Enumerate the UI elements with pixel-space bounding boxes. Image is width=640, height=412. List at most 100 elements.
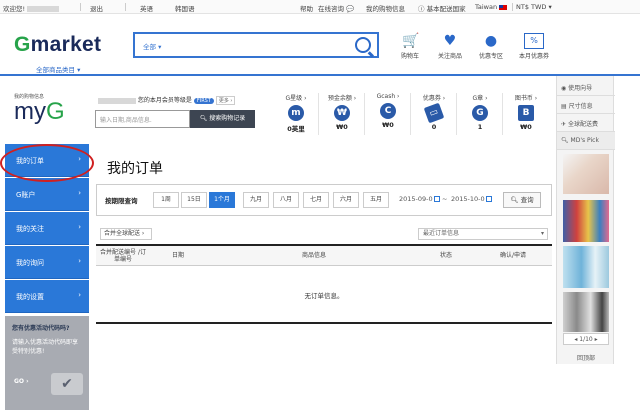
period-may-button[interactable]: 五月 bbox=[363, 192, 389, 208]
sidebar-item-my-inquiries[interactable]: 我的询问 › bbox=[5, 246, 89, 279]
english-link[interactable]: 英语 bbox=[140, 3, 153, 13]
product-image[interactable] bbox=[563, 200, 609, 242]
favorites-button[interactable]: ♥ 关注商品 bbox=[430, 33, 470, 60]
search-icon: 🔍︎ bbox=[561, 137, 569, 144]
logout-link[interactable]: 退出 bbox=[90, 3, 103, 13]
mileage-icon: m bbox=[288, 105, 304, 121]
size-info-link[interactable]: ▤ 尺寸信息 bbox=[557, 96, 615, 114]
monthly-coupon-button[interactable]: % 本月优惠券 bbox=[514, 33, 554, 60]
currency-selector[interactable]: NT$ TWD ▾ bbox=[516, 3, 552, 11]
stat-deposit[interactable]: 预金余额 › ₩ ₩0 bbox=[322, 93, 362, 131]
gmarket-logo[interactable]: Gmarket bbox=[14, 33, 101, 57]
date-range-dash: ~ bbox=[442, 195, 448, 203]
divider bbox=[512, 3, 513, 11]
username-blurred bbox=[98, 97, 136, 104]
guide-link[interactable]: ◉ 使用向导 bbox=[557, 78, 615, 96]
calendar-icon[interactable] bbox=[433, 196, 440, 202]
username-blurred bbox=[27, 6, 60, 12]
col-product-info: 商品信息 bbox=[302, 252, 327, 259]
mds-pick-header: 🔍︎ MD's Pick bbox=[557, 132, 615, 150]
myg-logo[interactable]: 我的购物信息 myG bbox=[14, 93, 84, 129]
back-to-top-link[interactable]: 回顶部 bbox=[557, 353, 615, 362]
country-selector[interactable]: Taiwan bbox=[475, 3, 508, 11]
search-icon: 🔍︎ bbox=[510, 196, 519, 204]
basic-country-link[interactable]: ⓘ 基本配送国家 bbox=[418, 3, 466, 13]
taiwan-flag-icon bbox=[499, 4, 508, 10]
page-title: 我的订单 bbox=[107, 161, 163, 177]
cart-label: 购物车 bbox=[400, 53, 419, 60]
more-link[interactable]: 更多 › bbox=[215, 96, 236, 105]
query-button[interactable]: 🔍︎ 查询 bbox=[503, 192, 541, 208]
col-date: 日期 bbox=[172, 252, 185, 259]
global-ship-merge-button[interactable]: 合并全球配送 › bbox=[100, 228, 152, 240]
plane-icon: ✈ bbox=[561, 121, 567, 128]
product-image[interactable] bbox=[563, 154, 609, 194]
grade-badge: FIRST bbox=[193, 98, 214, 104]
calendar-icon[interactable] bbox=[485, 196, 492, 202]
empty-orders-message: 无订单信息。 bbox=[304, 292, 344, 300]
period-1month-button[interactable]: 1个月 bbox=[209, 192, 235, 208]
chevron-right-icon: › bbox=[78, 257, 81, 265]
welcome-text: 欢迎您! bbox=[3, 3, 60, 13]
search-icon[interactable] bbox=[355, 37, 371, 53]
help-link[interactable]: 帮助 bbox=[300, 3, 313, 13]
product-image[interactable] bbox=[563, 246, 609, 288]
member-grade: 您的本月会员等级是 FIRST 更多 › bbox=[96, 95, 236, 105]
period-1week-button[interactable]: 1周 bbox=[153, 192, 179, 208]
order-search-input[interactable]: 输入日期,商品信息. bbox=[95, 110, 190, 128]
stat-gstar[interactable]: G星级 › m 0英里 bbox=[276, 93, 316, 133]
cart-button[interactable]: 🛒 购物车 bbox=[390, 33, 430, 60]
nav-divider bbox=[0, 74, 640, 76]
period-15days-button[interactable]: 15日 bbox=[181, 192, 207, 208]
cart-icon: 🛒 bbox=[402, 33, 420, 49]
all-categories-menu[interactable]: 全部商品类目 ▾ bbox=[36, 64, 80, 74]
period-august-button[interactable]: 八月 bbox=[273, 192, 299, 208]
date-to-field[interactable]: 2015-10-0 bbox=[451, 195, 492, 203]
mds-pager[interactable]: ◂ 1/10 ▸ bbox=[563, 333, 609, 345]
search-icon: 🔍︎ bbox=[199, 115, 208, 122]
heart-icon: ♥ bbox=[443, 33, 457, 49]
korean-link[interactable]: 韩国语 bbox=[175, 3, 195, 13]
chat-icon: 💬 bbox=[346, 5, 355, 13]
stat-coupons[interactable]: 优惠券 › ▭ 0 bbox=[414, 93, 454, 131]
sidebar-item-my-favorites[interactable]: 我的关注 › bbox=[5, 212, 89, 245]
date-from-field[interactable]: 2015-09-0 bbox=[399, 195, 440, 203]
period-july-button[interactable]: 七月 bbox=[303, 192, 329, 208]
period-september-button[interactable]: 九月 bbox=[243, 192, 269, 208]
top-utility-bar: 欢迎您! 退出 英语 韩国语 帮助 在线咨询 💬 我的购物信息 ⓘ 基本配送国家… bbox=[0, 0, 640, 14]
order-search-button[interactable]: 🔍︎ 搜索购物记录 bbox=[190, 110, 255, 128]
gcash-icon: C bbox=[380, 103, 396, 119]
favorites-label: 关注商品 bbox=[437, 53, 462, 60]
global-ship-fee-link[interactable]: ✈ 全球配送费 bbox=[557, 114, 615, 132]
divider bbox=[80, 3, 81, 11]
guide-icon: ◉ bbox=[561, 85, 567, 92]
chevron-right-icon: › bbox=[78, 189, 81, 197]
stat-gcash[interactable]: Gcash › C ₩0 bbox=[368, 93, 408, 129]
order-sort-select[interactable]: 最近订单信息 bbox=[418, 228, 548, 240]
col-status: 状态 bbox=[440, 252, 453, 259]
divider bbox=[125, 3, 126, 11]
stat-gstamp[interactable]: G章 › G 1 bbox=[460, 93, 500, 131]
sidebar-item-my-settings[interactable]: 我的设置 › bbox=[5, 280, 89, 313]
stat-book-coin[interactable]: 图书币 › B ₩0 bbox=[506, 93, 546, 131]
chevron-down-icon: ▾ bbox=[158, 43, 162, 51]
search-category-dropdown[interactable]: 全部 ▾ bbox=[143, 41, 161, 51]
chevron-right-icon: › bbox=[78, 291, 81, 299]
right-quick-panel: ◉ 使用向导 ▤ 尺寸信息 ✈ 全球配送费 🔍︎ MD's Pick ◂ 1/1… bbox=[556, 76, 615, 364]
info-icon: ⓘ bbox=[418, 5, 425, 13]
coupon-icon: % bbox=[524, 33, 544, 49]
deals-label: 优惠专区 bbox=[478, 53, 503, 60]
period-june-button[interactable]: 六月 bbox=[333, 192, 359, 208]
period-filter: 按期限查询 1周 15日 1个月 九月 八月 七月 六月 五月 2015-09-… bbox=[96, 184, 552, 216]
sidebar-item-g-account[interactable]: G账户 › bbox=[5, 178, 89, 211]
product-image[interactable] bbox=[563, 292, 609, 332]
check-icon: ✔ bbox=[51, 373, 83, 395]
table-bottom-rule bbox=[96, 322, 552, 324]
deals-button[interactable]: ● 优惠专区 bbox=[471, 33, 511, 60]
promo-go-button[interactable]: GO › bbox=[14, 378, 29, 385]
search-bar[interactable]: 全部 ▾ bbox=[133, 32, 379, 58]
gstamp-icon: G bbox=[472, 105, 488, 121]
promo-code-box: 您有优惠活动代码吗? 请输入优惠活动代码即享受特别优惠! GO › ✔ bbox=[5, 316, 89, 410]
online-consult-link[interactable]: 在线咨询 💬 bbox=[318, 3, 354, 13]
my-shopping-link[interactable]: 我的购物信息 bbox=[366, 3, 405, 13]
